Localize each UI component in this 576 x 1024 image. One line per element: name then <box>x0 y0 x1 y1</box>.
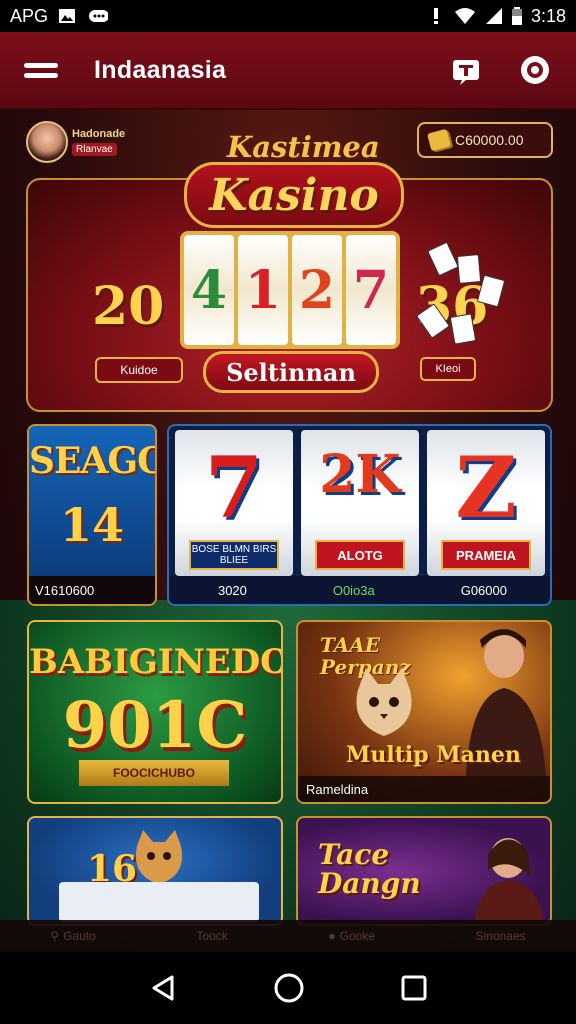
wifi-icon <box>454 8 475 24</box>
tab-toock[interactable]: Toock <box>196 929 227 943</box>
gift-icon[interactable] <box>450 54 482 86</box>
hero-number-left: 20 <box>92 276 165 337</box>
slot-symbol: Z <box>455 438 517 537</box>
app-bar-actions <box>450 53 552 87</box>
app-title: Indaanasia <box>94 55 227 84</box>
babiginedo-ribbon: FOOCICHUBO <box>79 760 229 786</box>
host-character-icon <box>474 838 544 924</box>
back-icon[interactable] <box>148 973 178 1003</box>
tab-icon: ● <box>328 929 336 943</box>
cat-icon <box>135 830 183 884</box>
status-bar: APG 3:18 <box>0 0 576 32</box>
hero-logo-small: Kastimea <box>227 130 380 164</box>
tab-label: Toock <box>196 929 228 943</box>
slot-footer-value: G06000 <box>460 582 507 598</box>
alert-icon <box>433 8 438 24</box>
slot-reel: Z PRAMEIA <box>427 430 545 576</box>
reel-symbol: 4 <box>190 259 228 321</box>
slot-label: PRAMEIA <box>441 540 531 570</box>
tab-label: Sinonaes <box>475 929 526 943</box>
slot-footer-value: 3020 <box>217 582 247 598</box>
hero-reel: 1 <box>238 235 288 345</box>
tab-gooke[interactable]: ● Gooke <box>328 929 375 943</box>
slot-symbol: 7 <box>204 438 264 537</box>
battery-icon <box>511 7 522 25</box>
hero-logo: Kasino <box>184 162 404 228</box>
game-tile-multip-manen[interactable]: TAAE Perpanz Multip Manen Rameldina <box>296 620 552 804</box>
seago-title: SEAGO <box>29 440 157 482</box>
babiginedo-number: 901C <box>62 688 248 763</box>
cat-mascot-icon <box>356 668 412 736</box>
home-icon[interactable] <box>273 972 305 1004</box>
slot-footer: 3020 O0io3a G06000 <box>169 576 550 604</box>
pet-subtitle: Multip Manen <box>346 742 521 768</box>
hero-reel: 4 <box>184 235 234 345</box>
slot-label: ALOTG <box>315 540 405 570</box>
pet-title-line: TAAE <box>320 633 381 657</box>
slot-reel: 2K ALOTG <box>301 430 419 576</box>
status-app-label: APG <box>10 5 49 26</box>
coin-icon <box>427 128 451 152</box>
game-tile-cat-slots[interactable]: 16 <box>27 816 283 926</box>
slot-reel: 7 BOSE BLMN BIRS BLIEE <box>175 430 293 576</box>
system-nav-bar <box>0 952 576 1024</box>
status-left: APG <box>10 5 109 27</box>
app-bar: Indaanasia <box>0 32 576 110</box>
hero-reels: 4 1 2 7 <box>180 231 400 349</box>
tab-label: Gauto <box>63 929 96 943</box>
tab-gauto[interactable]: ⚲ Gauto <box>50 929 96 943</box>
slot-symbol: 2K <box>319 444 401 505</box>
slot-label: BOSE BLMN BIRS BLIEE <box>189 540 279 570</box>
dang-title-line: Dangn <box>318 867 421 901</box>
avatar[interactable] <box>26 121 68 163</box>
game-tile-slot-machine[interactable]: 7 BOSE BLMN BIRS BLIEE 2K ALOTG Z PRAMEI… <box>167 424 552 606</box>
message-icon <box>89 10 109 22</box>
slot-footer-value: O0io3a <box>332 582 375 598</box>
recents-icon[interactable] <box>400 974 428 1002</box>
dang-title: Tace Dangn <box>318 840 421 899</box>
coin-balance[interactable]: C60000.00 <box>417 122 553 158</box>
tab-label: Gooke <box>339 929 375 943</box>
gallery-icon <box>59 9 76 23</box>
hero-logo-text: Kasino <box>209 169 379 221</box>
hero-chip-label-right: KIeoi <box>420 357 476 381</box>
hero-reel: 2 <box>292 235 342 345</box>
menu-icon[interactable] <box>24 58 58 83</box>
app-screen: APG 3:18 Indaanasia Hadonade Rlanvae C60… <box>0 0 576 1024</box>
seago-number: 14 <box>59 498 124 552</box>
seago-footer: V1610600 <box>29 576 155 604</box>
user-level-badge: Rlanvae <box>72 143 117 156</box>
cat-reels <box>59 882 259 922</box>
user-name: Hadonade <box>72 128 126 140</box>
babiginedo-title: BABIGINEDO <box>29 642 283 682</box>
game-tile-babiginedo[interactable]: BABIGINEDO 901C FOOCICHUBO <box>27 620 283 804</box>
signal-icon <box>485 8 502 24</box>
hero-chip-label: Kuidoe <box>95 357 183 383</box>
game-tile-tace-dangn[interactable]: Tace Dangn <box>296 816 552 926</box>
status-right: 3:18 <box>427 6 566 27</box>
reel-symbol: 2 <box>298 259 336 321</box>
settings-icon[interactable] <box>518 53 552 87</box>
bottom-tab-bar: ⚲ Gauto Toock ● Gooke Sinonaes <box>0 920 576 952</box>
status-time: 3:18 <box>530 5 566 26</box>
pet-footer: Rameldina <box>298 776 550 802</box>
reel-symbol: 1 <box>244 259 282 321</box>
hero-reel: 7 <box>346 235 396 345</box>
reel-symbol: 7 <box>352 259 390 321</box>
tab-sinonaes[interactable]: Sinonaes <box>476 929 526 943</box>
hero-play-button[interactable]: Seltinnan <box>203 351 379 393</box>
tab-icon: ⚲ <box>50 929 60 943</box>
dang-title-line: Tace <box>318 838 390 871</box>
playing-cards-icon <box>402 237 512 347</box>
game-tile-seago[interactable]: SEAGO 14 V1610600 <box>27 424 157 606</box>
coin-amount: C60000.00 <box>455 132 524 148</box>
